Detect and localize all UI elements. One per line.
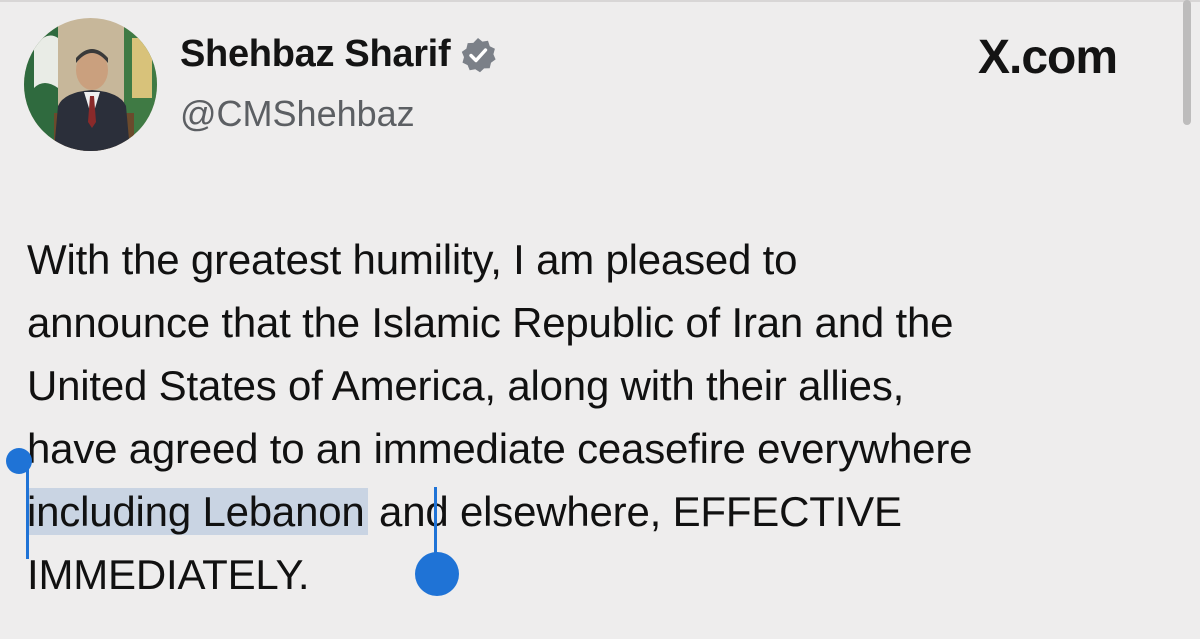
tweet-line: including Lebanon and elsewhere, EFFECTI… <box>27 480 1177 543</box>
selected-text[interactable]: including Lebanon <box>27 488 368 535</box>
brand-logo: X.com <box>978 31 1118 84</box>
tweet-line: United States of America, along with the… <box>27 362 905 409</box>
avatar-image <box>24 18 157 151</box>
profile-display-name[interactable]: Shehbaz Sharif <box>180 33 496 76</box>
tweet-line: have agreed to an immediate ceasefire ev… <box>27 425 973 472</box>
tweet-line: announce that the Islamic Republic of Ir… <box>27 299 954 346</box>
verified-badge-icon <box>460 37 496 73</box>
scrollbar-thumb[interactable] <box>1183 0 1191 125</box>
tweet-text[interactable]: With the greatest humility, I am pleased… <box>27 228 1177 606</box>
tweet-line: With the greatest humility, I am pleased… <box>27 236 798 283</box>
profile-handle[interactable]: @CMShehbaz <box>180 93 415 135</box>
scrollbar[interactable] <box>1180 0 1200 639</box>
selection-start-handle[interactable] <box>5 447 33 559</box>
profile-avatar[interactable] <box>24 18 157 151</box>
selection-end-handle[interactable] <box>413 487 465 599</box>
display-name-text: Shehbaz Sharif <box>180 33 451 75</box>
tweet-line: IMMEDIATELY. <box>27 551 310 598</box>
top-edge <box>0 0 1200 2</box>
